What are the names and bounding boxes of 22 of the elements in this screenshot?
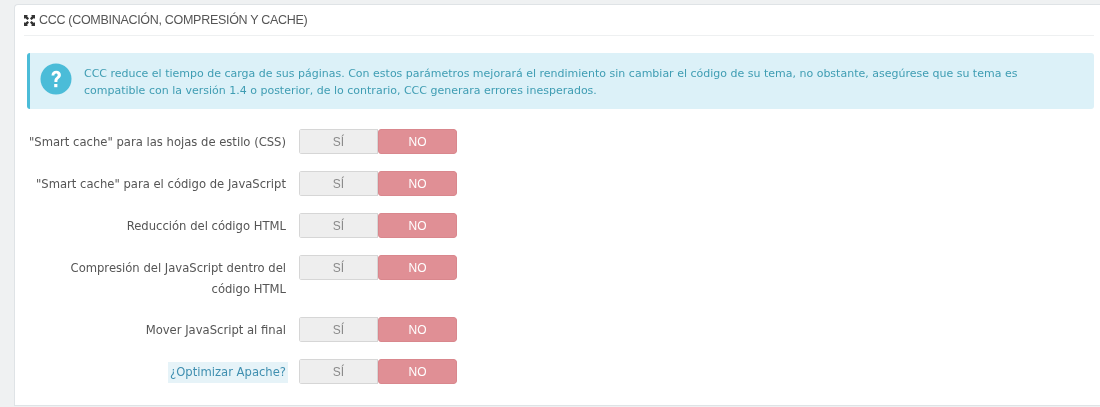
switch-option[interactable]: NO: [378, 171, 457, 196]
switch-option[interactable]: NO: [378, 317, 457, 342]
setting-label: Reducción del código HTML: [125, 218, 287, 235]
switch-option[interactable]: SÍ: [299, 255, 378, 280]
panel-title: CCC (COMBINACIÓN, COMPRESIÓN Y CACHE): [39, 13, 308, 27]
switch-option[interactable]: SÍ: [299, 317, 378, 342]
setting-label: Mover JavaScript al final: [144, 322, 287, 339]
setting-label: "Smart cache" para el código de JavaScript: [35, 176, 287, 193]
help-icon: [40, 63, 72, 95]
switch-option[interactable]: NO: [378, 255, 457, 280]
setting-label: "Smart cache" para las hojas de estilo (CSS): [28, 134, 287, 151]
help-label[interactable]: ¿Optimizar Apache?: [168, 362, 288, 383]
expand-icon: [24, 14, 35, 26]
switch-option[interactable]: SÍ: [299, 129, 378, 154]
switch-option[interactable]: SÍ: [299, 213, 378, 238]
switch-option[interactable]: SÍ: [299, 171, 378, 196]
switch-option[interactable]: NO: [378, 129, 457, 154]
switch-option[interactable]: SÍ: [299, 359, 378, 384]
alert-text: CCC reduce el tiempo de carga de sus páginas. Con estos parámetros mejorará el rendimiento sin cambiar el código de su tema, no obstante, asegúrese que su tema es compatible con la versión 1.4 o posterior, de lo contrario, CCC generara errores inesperados.: [84, 66, 1019, 99]
switch-option[interactable]: NO: [378, 213, 457, 238]
setting-label: Compresión del JavaScript dentro del código HTML: [69, 260, 287, 298]
switch-option[interactable]: NO: [378, 359, 457, 384]
